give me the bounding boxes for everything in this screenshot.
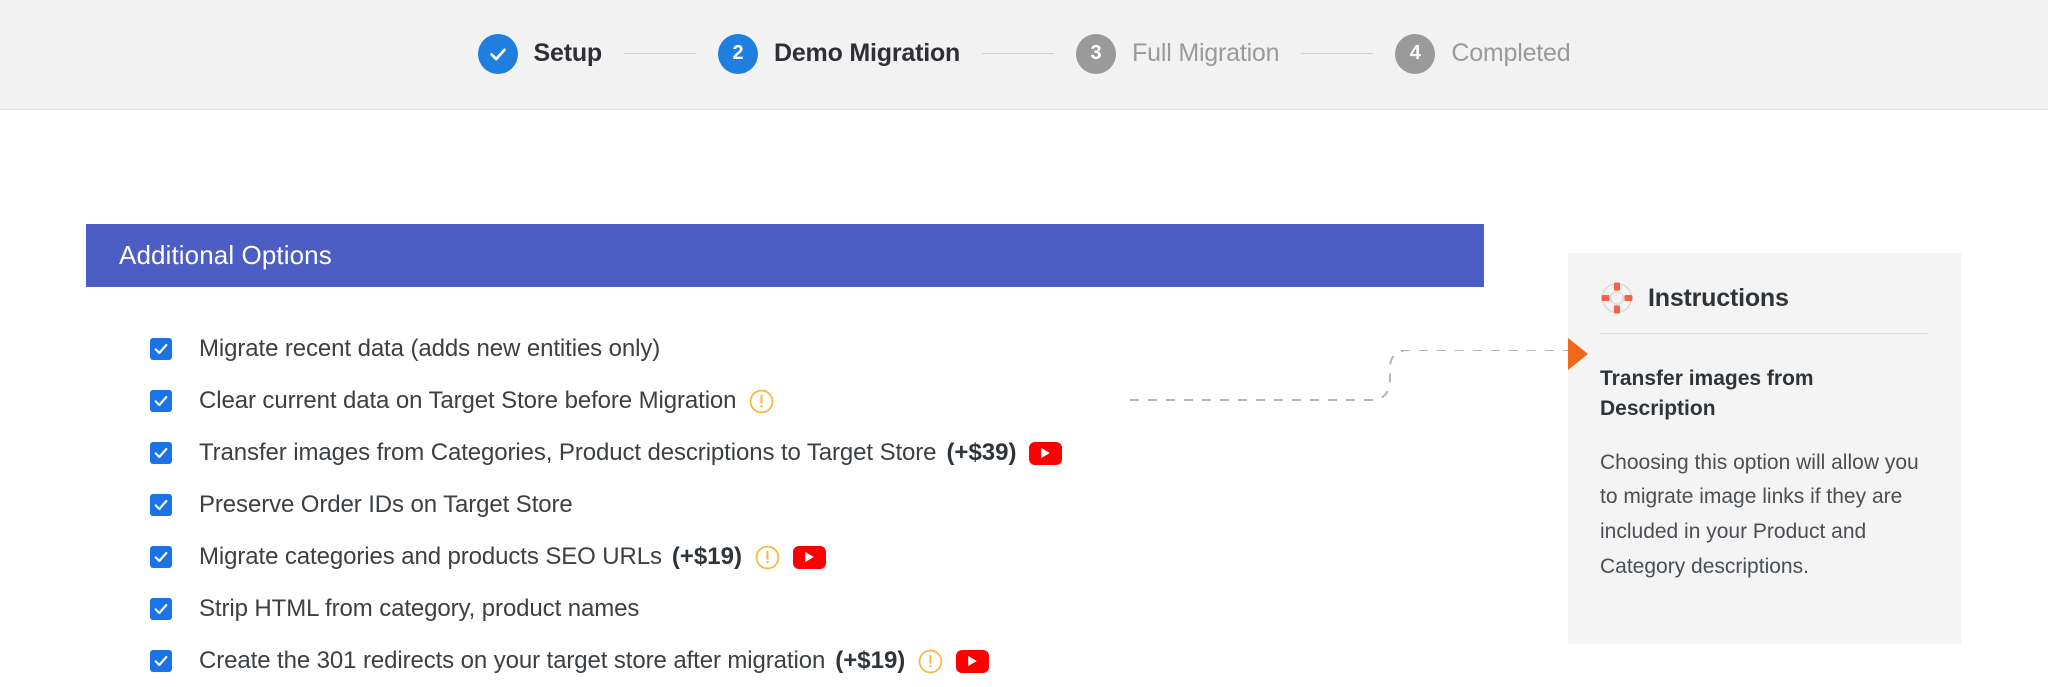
price-badge: (+$39) [946,439,1016,467]
checkbox-migrate-recent-data[interactable] [150,338,172,360]
option-row[interactable]: Clear current data on Target Store befor… [150,375,1484,427]
check-icon [153,393,169,409]
pointer-triangle-icon [1568,338,1588,370]
warning-icon[interactable] [749,389,774,414]
step-full-migration[interactable]: 3 Full Migration [1076,34,1279,74]
check-icon [487,43,509,65]
step-setup[interactable]: Setup [478,34,602,74]
instructions-header: Instructions [1600,281,1929,334]
price-badge: (+$19) [835,647,905,675]
option-row[interactable]: Migrate recent data (adds new entities o… [150,323,1484,375]
check-icon [153,497,169,513]
step-badge-full-migration: 3 [1076,34,1116,74]
option-label: Migrate categories and products SEO URLs [199,543,662,571]
checkbox-strip-html[interactable] [150,598,172,620]
instructions-panel: Instructions Transfer images from Descri… [1568,253,1961,644]
price-badge: (+$19) [672,543,742,571]
step-label-full-migration: Full Migration [1132,39,1279,68]
step-connector-1 [624,53,696,54]
progress-stepper: Setup 2 Demo Migration 3 Full Migration … [478,34,1571,74]
checkbox-clear-current-data[interactable] [150,390,172,412]
option-row[interactable]: Preserve Order IDs on Target Store [150,479,1484,531]
option-label: Create the 301 redirects on your target … [199,647,825,675]
check-icon [153,601,169,617]
step-label-demo-migration: Demo Migration [774,39,960,68]
option-row[interactable]: Strip HTML from category, product names [150,583,1484,635]
instructions-title: Instructions [1648,284,1789,313]
youtube-video-icon[interactable] [1029,442,1062,465]
warning-icon[interactable] [755,545,780,570]
check-icon [153,445,169,461]
step-label-completed: Completed [1451,39,1570,68]
option-label: Preserve Order IDs on Target Store [199,491,573,519]
checkbox-create-301-redirects[interactable] [150,650,172,672]
checkbox-migrate-seo-urls[interactable] [150,546,172,568]
instructions-heading: Transfer images from Description [1600,364,1900,424]
option-label: Transfer images from Categories, Product… [199,439,936,467]
step-completed[interactable]: 4 Completed [1395,34,1570,74]
options-list: Migrate recent data (adds new entities o… [86,287,1484,687]
lifebuoy-icon [1600,281,1634,315]
option-label: Strip HTML from category, product names [199,595,639,623]
panel-header-title: Additional Options [119,240,332,271]
instructions-text: Choosing this option will allow you to m… [1600,446,1920,585]
check-icon [153,653,169,669]
step-badge-setup [478,34,518,74]
step-demo-migration[interactable]: 2 Demo Migration [718,34,960,74]
step-label-setup: Setup [534,39,602,68]
checkbox-preserve-order-ids[interactable] [150,494,172,516]
check-icon [153,341,169,357]
step-badge-completed: 4 [1395,34,1435,74]
progress-stepper-bar: Setup 2 Demo Migration 3 Full Migration … [0,0,2048,110]
instructions-body: Transfer images from Description Choosin… [1600,334,1929,584]
youtube-video-icon[interactable] [956,650,989,673]
option-row[interactable]: Migrate categories and products SEO URLs… [150,531,1484,583]
option-label: Clear current data on Target Store befor… [199,387,736,415]
panel-header: Additional Options [86,224,1484,287]
main-content: Additional Options Migrate recent data (… [0,110,2048,605]
step-connector-2 [982,53,1054,54]
option-row[interactable]: Transfer images from Categories, Product… [150,427,1484,479]
step-badge-demo-migration: 2 [718,34,758,74]
option-label: Migrate recent data (adds new entities o… [199,335,660,363]
step-connector-3 [1301,53,1373,54]
option-row[interactable]: Create the 301 redirects on your target … [150,635,1484,687]
checkbox-transfer-images[interactable] [150,442,172,464]
additional-options-panel: Additional Options Migrate recent data (… [86,224,1484,687]
check-icon [153,549,169,565]
youtube-video-icon[interactable] [793,546,826,569]
warning-icon[interactable] [918,649,943,674]
